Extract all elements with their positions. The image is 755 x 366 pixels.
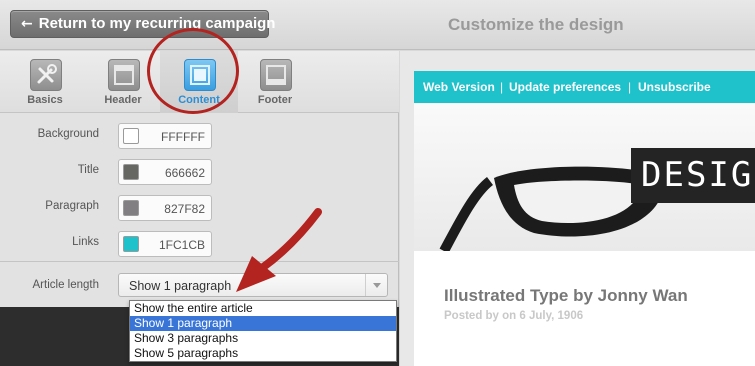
email-preview-panel: Web Version | Update preferences | Unsub…	[400, 51, 755, 366]
hero-image: DESIGN	[414, 103, 755, 251]
article-meta: Posted by on 6 July, 1906	[444, 310, 584, 322]
article-title[interactable]: Illustrated Type by Jonny Wan	[444, 286, 688, 306]
web-version-link[interactable]: Web Version	[423, 80, 495, 94]
design-label: DESIGN	[631, 148, 755, 203]
email-preview: Web Version | Update preferences | Unsub…	[414, 71, 755, 366]
unsubscribe-link[interactable]: Unsubscribe	[638, 80, 711, 94]
link-separator: |	[628, 80, 632, 94]
update-preferences-link[interactable]: Update preferences	[509, 80, 621, 94]
link-separator: |	[500, 80, 504, 94]
email-link-bar: Web Version | Update preferences | Unsub…	[414, 71, 755, 103]
